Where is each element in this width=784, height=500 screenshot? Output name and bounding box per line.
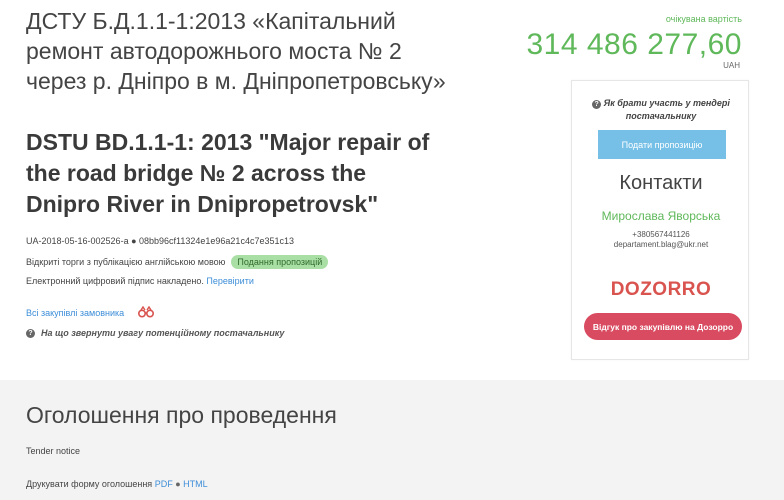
procedure-line: Відкриті торги з публікацією англійською… [26,255,329,269]
signature-text: Електронний цифровий підпис накладено. [26,276,204,286]
print-html-link[interactable]: HTML [183,479,208,489]
contact-phone: +380567441126 [632,230,690,239]
expected-value-label: очікувана вартість [665,14,742,24]
question-icon: ? [592,100,602,109]
currency-label: UAH [723,61,740,70]
buyer-tenders-row: Всі закупівлі замовника [26,305,155,320]
contact-email: departament.blag@ukr.net [613,240,709,249]
contacts-heading: Контакти [619,172,703,194]
tender-id-line: UA-2018-05-16-002526-a ● 08bb96cf11324e1… [26,236,294,246]
print-pdf-link[interactable]: PDF [155,479,173,489]
print-form-line: Друкувати форму оголошення PDF ● HTML [26,479,208,489]
dozorro-feedback-button[interactable]: Відгук про закупівлю на Дозорро [584,313,742,340]
verify-signature-link[interactable]: Перевірити [206,276,253,286]
participation-card: ? Як брати участь у тендері постачальник… [571,80,749,360]
expected-value-amount: 314 486 277,60 [526,28,742,61]
status-badge: Подання пропозицій [231,255,329,269]
how-to-participate-text: Як брати участь у тендері постачальнику [603,98,730,121]
procedure-type: Відкриті торги з публікацією англійською… [26,257,226,267]
print-form-text: Друкувати форму оголошення [26,479,153,489]
link-separator: ● [175,479,181,489]
binoculars-icon[interactable] [138,305,155,320]
buyer-tenders-link[interactable]: Всі закупівлі замовника [26,308,124,318]
tender-title-en: DSTU BD.1.1-1: 2013 "Major repair of the… [26,129,430,217]
tender-title-ua: ДСТУ Б.Д.1.1-1:2013 «Капітальний ремонт … [26,8,446,94]
question-icon: ? [26,328,35,338]
contact-name: Мирослава Яворська [601,209,721,223]
attention-text: На що звернути увагу потенційному постач… [41,328,285,338]
announcement-heading: Оголошення про проведення [26,402,337,428]
tender-notice-label: Tender notice [26,446,81,456]
submit-proposal-button[interactable]: Подати пропозицію [598,130,726,159]
attention-hint[interactable]: ? На що звернути увагу потенційному пост… [26,328,284,338]
how-to-participate-link[interactable]: ? Як брати участь у тендері постачальник… [572,97,750,123]
signature-line: Електронний цифровий підпис накладено. П… [26,276,254,286]
dozorro-logo[interactable]: DOZORRO [572,279,750,301]
